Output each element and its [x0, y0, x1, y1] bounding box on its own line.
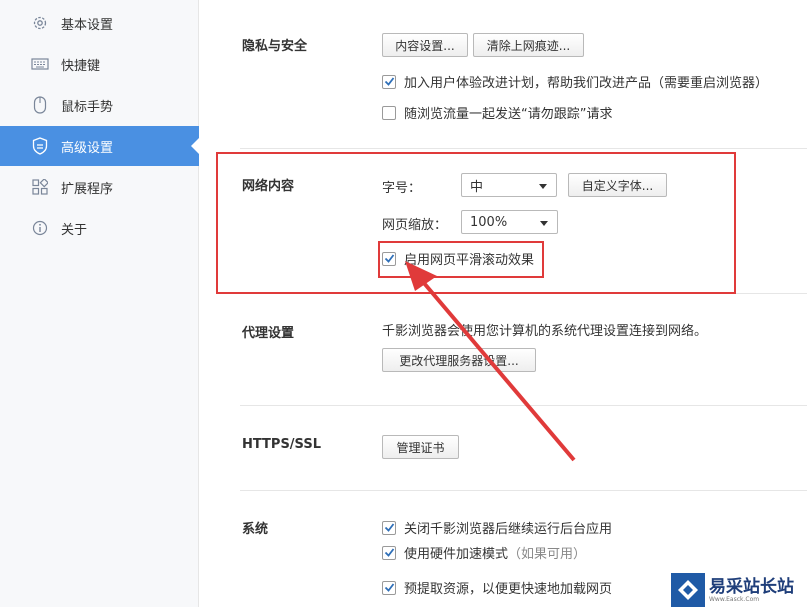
sidebar-item-shortcuts[interactable]: 快捷键	[0, 44, 199, 84]
mouse-icon	[31, 96, 49, 114]
sidebar-item-advanced-settings[interactable]: 高级设置	[0, 126, 199, 166]
sidebar-item-mouse-gestures[interactable]: 鼠标手势	[0, 85, 199, 125]
sidebar-item-extensions[interactable]: 扩展程序	[0, 167, 199, 207]
sidebar-item-label: 高级设置	[61, 140, 114, 156]
sidebar-item-basic-settings[interactable]: 基本设置	[0, 3, 199, 43]
prefetch-checkbox[interactable]	[382, 580, 396, 595]
section-title-https: HTTPS/SSL	[242, 437, 321, 452]
bg-apps-checkbox[interactable]	[382, 520, 396, 535]
prefetch-label: 预提取资源，以便更快速地加载网页	[404, 582, 613, 597]
content-settings-button[interactable]: 内容设置...	[382, 33, 468, 57]
settings-main: 隐私与安全 内容设置... 清除上网痕迹... 加入用户体验改进计划，帮助我们改…	[200, 0, 807, 607]
prefetch-checkbox-row[interactable]: 预提取资源，以便更快速地加载网页	[382, 578, 612, 597]
keyboard-icon	[31, 55, 49, 73]
bg-apps-label: 关闭千影浏览器后继续运行后台应用	[404, 522, 613, 537]
sidebar-item-label: 基本设置	[61, 17, 114, 33]
gear-icon	[31, 14, 49, 32]
watermark-subtext: Www.Easck.Com	[709, 595, 760, 603]
dnt-label: 随浏览流量一起发送“请勿跟踪”请求	[404, 107, 613, 122]
section-title-system: 系统	[242, 522, 269, 537]
sidebar-item-label: 快捷键	[61, 58, 101, 74]
bg-apps-checkbox-row[interactable]: 关闭千影浏览器后继续运行后台应用	[382, 518, 612, 537]
hw-accel-checkbox-row[interactable]: 使用硬件加速模式 （如果可用）	[382, 543, 586, 562]
sidebar-item-label: 鼠标手势	[61, 99, 114, 115]
section-divider	[240, 148, 807, 149]
dnt-checkbox[interactable]	[382, 105, 396, 120]
section-divider	[240, 405, 807, 406]
watermark-text: 易采站长站	[709, 576, 794, 597]
highlight-box-smooth-scroll	[378, 241, 544, 278]
ux-plan-label: 加入用户体验改进计划，帮助我们改进产品（需要重启浏览器）	[404, 76, 769, 91]
settings-sidebar: 基本设置 快捷键 鼠标手势 高级设置 扩展程序 关于	[0, 0, 199, 607]
sidebar-item-label: 扩展程序	[61, 181, 114, 197]
proxy-description: 千影浏览器会使用您计算机的系统代理设置连接到网络。	[382, 324, 708, 339]
ux-plan-checkbox[interactable]	[382, 74, 396, 89]
section-title-privacy: 隐私与安全	[242, 39, 308, 54]
manage-certificates-button[interactable]: 管理证书	[382, 435, 459, 459]
watermark-logo: 易采站长站 Www.Easck.Com	[671, 573, 807, 607]
clear-history-button[interactable]: 清除上网痕迹...	[473, 33, 584, 57]
easck-logo-icon	[671, 573, 705, 607]
ux-plan-checkbox-row[interactable]: 加入用户体验改进计划，帮助我们改进产品（需要重启浏览器）	[382, 72, 768, 91]
section-divider	[240, 490, 807, 491]
info-icon	[31, 219, 49, 237]
section-title-proxy: 代理设置	[242, 326, 295, 341]
hw-accel-note: （如果可用）	[508, 547, 587, 562]
sidebar-item-about[interactable]: 关于	[0, 208, 199, 248]
change-proxy-button[interactable]: 更改代理服务器设置...	[382, 348, 536, 372]
hw-accel-label: 使用硬件加速模式	[404, 547, 509, 562]
hw-accel-checkbox[interactable]	[382, 545, 396, 560]
sidebar-item-label: 关于	[61, 222, 88, 238]
extensions-icon	[31, 178, 49, 196]
shield-icon	[31, 137, 49, 155]
dnt-checkbox-row[interactable]: 随浏览流量一起发送“请勿跟踪”请求	[382, 103, 612, 122]
